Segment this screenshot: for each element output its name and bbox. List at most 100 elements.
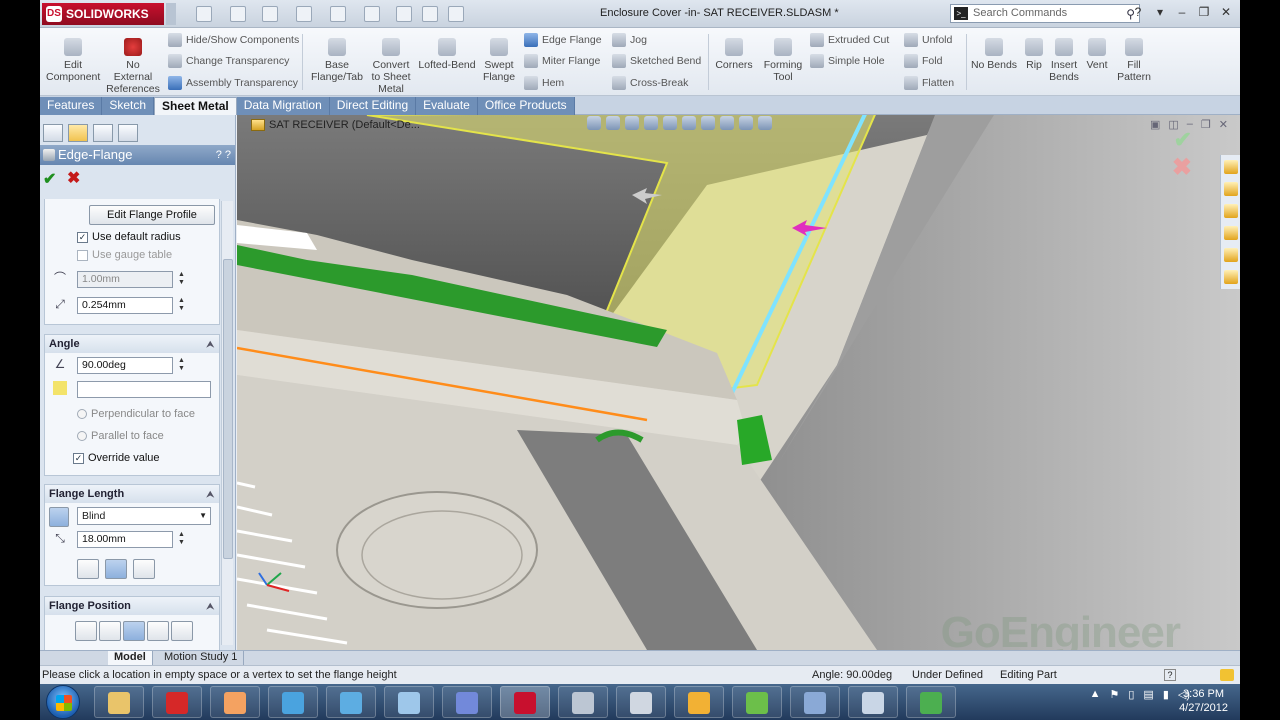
vent-button[interactable]: Vent <box>1084 32 1110 71</box>
flange-angle-spinner[interactable]: ▲ ▼ <box>178 357 186 373</box>
flange-length-group-header[interactable]: Flange Length ⮝ <box>45 485 219 503</box>
flange-length-spinner[interactable]: ▲ ▼ <box>178 531 186 547</box>
change-transparency-button[interactable]: Change Transparency <box>168 51 289 71</box>
jog-button[interactable]: Jog <box>612 30 647 50</box>
power-icon[interactable]: ▮ <box>1163 688 1169 701</box>
flange-length-field[interactable]: 18.00mm <box>77 531 173 548</box>
zoom-to-fit-icon[interactable] <box>587 116 601 130</box>
insert-bends-button[interactable]: Insert Bends <box>1048 32 1080 83</box>
taskbar-app-button[interactable] <box>790 686 840 718</box>
edge-flange-button[interactable]: Edge Flange <box>524 30 602 50</box>
taskbar-app-button[interactable] <box>616 686 666 718</box>
select-icon[interactable] <box>364 6 380 22</box>
custom-properties-icon[interactable] <box>1223 270 1238 284</box>
start-button[interactable] <box>46 685 80 719</box>
solidworks-resources-icon[interactable] <box>1223 160 1238 174</box>
tab-sketch[interactable]: Sketch <box>102 97 155 115</box>
feature-tree-flyout[interactable]: SAT RECEIVER (Default<De... <box>251 119 420 131</box>
view-orientation-icon[interactable] <box>663 116 677 130</box>
taskbar-app-button[interactable] <box>848 686 898 718</box>
taskbar-app-button[interactable] <box>152 686 202 718</box>
parallel-to-face-radio[interactable]: Parallel to face <box>77 430 164 442</box>
gap-distance-spinner[interactable]: ▲ ▼ <box>178 297 186 313</box>
close-view-icon[interactable]: ✕ <box>1219 118 1228 131</box>
hem-button[interactable]: Hem <box>524 73 564 93</box>
corners-button[interactable]: Corners <box>712 32 756 71</box>
rip-button[interactable]: Rip <box>1022 32 1046 71</box>
unfold-button[interactable]: Unfold <box>904 30 952 50</box>
gap-distance-field[interactable]: 0.254mm <box>77 297 173 314</box>
device-icon[interactable]: ▯ <box>1128 688 1134 701</box>
edit-flange-profile-button[interactable]: Edit Flange Profile <box>89 205 215 225</box>
hide-show-components-button[interactable]: Hide/Show Components <box>168 30 299 50</box>
tab-sheet-metal[interactable]: Sheet Metal <box>154 97 237 115</box>
confirmation-ok-icon[interactable]: ✔ <box>1174 127 1192 153</box>
restore-view-icon[interactable]: ❐ <box>1201 118 1211 131</box>
view-settings-icon[interactable] <box>758 116 772 130</box>
tab-evaluate[interactable]: Evaluate <box>416 97 478 115</box>
help-dropdown-icon[interactable]: ▾ <box>1152 5 1168 19</box>
material-inside-icon[interactable] <box>75 621 97 641</box>
flange-position-group-header[interactable]: Flange Position ⮝ <box>45 597 219 615</box>
fill-pattern-button[interactable]: Fill Pattern <box>1114 32 1154 83</box>
print-icon[interactable] <box>296 6 312 22</box>
override-value-checkbox[interactable]: ✓ Override value <box>73 452 160 464</box>
options-icon[interactable] <box>448 6 464 22</box>
section-view-icon[interactable] <box>644 116 658 130</box>
fold-button[interactable]: Fold <box>904 51 942 71</box>
taskbar-app-button[interactable] <box>210 686 260 718</box>
taskbar-app-button[interactable] <box>442 686 492 718</box>
graphics-area[interactable]: SAT RECEIVER (Default<De... ▣ ◫ – ❐ ✕ ✔ … <box>237 115 1240 650</box>
display-manager-tab-icon[interactable] <box>118 124 138 142</box>
flatten-button[interactable]: Flatten <box>904 73 954 93</box>
property-manager-tab-icon[interactable] <box>68 124 88 142</box>
sketched-bend-button[interactable]: Sketched Bend <box>612 51 701 71</box>
use-gauge-table-checkbox[interactable]: Use gauge table <box>77 249 172 261</box>
display-style-icon[interactable] <box>682 116 696 130</box>
solidworks-logo[interactable]: DS SOLIDWORKS <box>42 3 164 25</box>
scrollbar-thumb[interactable] <box>223 259 233 559</box>
search-commands-input[interactable]: >_ Search Commands ⚲ <box>950 4 1140 23</box>
tangent-bend-icon[interactable] <box>133 559 155 579</box>
taskbar-app-button[interactable] <box>268 686 318 718</box>
bend-outside-icon[interactable] <box>123 621 145 641</box>
reverse-direction-icon[interactable] <box>49 507 69 527</box>
tray-expand-icon[interactable]: ▲ <box>1090 688 1101 701</box>
minimize-icon[interactable]: – <box>1174 5 1190 19</box>
new-document-icon[interactable] <box>196 6 212 22</box>
perpendicular-to-face-radio[interactable]: Perpendicular to face <box>77 408 195 420</box>
taskbar-app-button[interactable] <box>906 686 956 718</box>
taskbar-clock[interactable]: 3:36 PM 4/27/2012 <box>1179 687 1228 715</box>
use-default-radius-checkbox[interactable]: ✓ Use default radius <box>77 231 181 243</box>
hide-show-items-icon[interactable] <box>701 116 715 130</box>
open-document-icon[interactable] <box>230 6 246 22</box>
tab-model[interactable]: Model <box>108 651 153 665</box>
tab-direct-editing[interactable]: Direct Editing <box>329 97 417 115</box>
confirmation-cancel-icon[interactable]: ✖ <box>1172 153 1192 182</box>
save-icon[interactable] <box>262 6 278 22</box>
tab-office-products[interactable]: Office Products <box>477 97 575 115</box>
cross-break-button[interactable]: Cross-Break <box>612 73 688 93</box>
convert-to-sheet-metal-button[interactable]: Convert to Sheet Metal <box>366 32 416 95</box>
ok-button[interactable]: ✔ <box>43 169 56 189</box>
collapse-icon[interactable]: ⮝ <box>206 485 214 503</box>
zoom-area-icon[interactable] <box>606 116 620 130</box>
taskbar-app-button[interactable] <box>94 686 144 718</box>
previous-view-icon[interactable] <box>625 116 639 130</box>
status-help-icon[interactable]: ? <box>1164 669 1176 681</box>
taskbar-app-button[interactable] <box>326 686 376 718</box>
taskbar-app-button[interactable] <box>674 686 724 718</box>
restore-icon[interactable]: ❐ <box>1196 5 1212 19</box>
taskbar-app-button[interactable] <box>384 686 434 718</box>
close-icon[interactable]: ✕ <box>1218 5 1234 19</box>
outer-virtual-sharp-icon[interactable] <box>77 559 99 579</box>
simple-hole-button[interactable]: Simple Hole <box>810 51 885 71</box>
no-external-references-button[interactable]: No External References <box>102 32 164 95</box>
menu-flyout-arrow[interactable] <box>166 3 176 25</box>
design-library-icon[interactable] <box>1223 182 1238 196</box>
undo-icon[interactable] <box>330 6 346 22</box>
action-center-icon[interactable]: ⚑ <box>1109 688 1119 701</box>
assembly-transparency-button[interactable]: Assembly Transparency <box>168 73 298 93</box>
inner-virtual-sharp-icon[interactable] <box>105 559 127 579</box>
rebuild-status-icon[interactable] <box>1220 669 1234 681</box>
